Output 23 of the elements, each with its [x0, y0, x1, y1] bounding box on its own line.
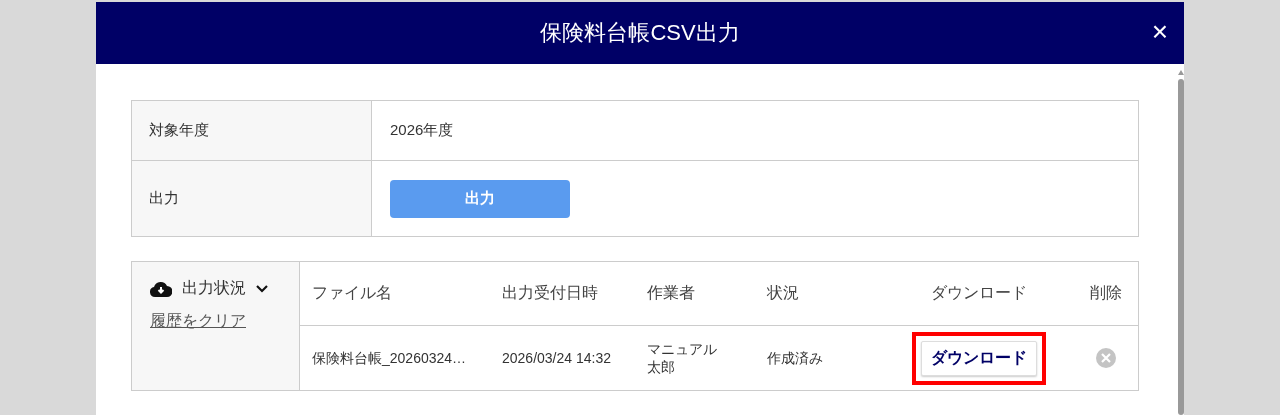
column-header: 削除: [1089, 283, 1122, 303]
status-text: 作成済み: [767, 348, 823, 368]
worker-name: マニュアル太郎: [647, 339, 718, 377]
file-name: 保険料台帳_20260324…: [312, 348, 467, 368]
section-title: 出力状況: [182, 278, 246, 298]
close-button[interactable]: ×: [1151, 18, 1168, 46]
scrollbar-thumb[interactable]: [1177, 79, 1184, 415]
field-label: 対象年度: [149, 121, 209, 140]
column-header: 作業者: [647, 283, 695, 303]
clear-history-link[interactable]: 履歴をクリア: [150, 311, 299, 332]
received-time: 2026/03/24 14:32: [502, 348, 611, 368]
column-header: ダウンロード: [931, 283, 1027, 303]
field-label: 出力: [149, 189, 179, 208]
field-value: 2026年度: [390, 121, 454, 140]
scroll-up-icon[interactable]: [1177, 70, 1184, 75]
download-button[interactable]: ダウンロード: [921, 340, 1037, 376]
chevron-down-icon[interactable]: [256, 284, 268, 293]
column-header: 出力受付日時: [502, 283, 598, 303]
delete-icon[interactable]: [1094, 347, 1117, 369]
column-header: ファイル名: [312, 283, 392, 303]
cloud-download-icon: [150, 280, 172, 297]
column-header: 状況: [767, 283, 799, 303]
dialog-title: 保険料台帳CSV出力: [540, 19, 740, 47]
